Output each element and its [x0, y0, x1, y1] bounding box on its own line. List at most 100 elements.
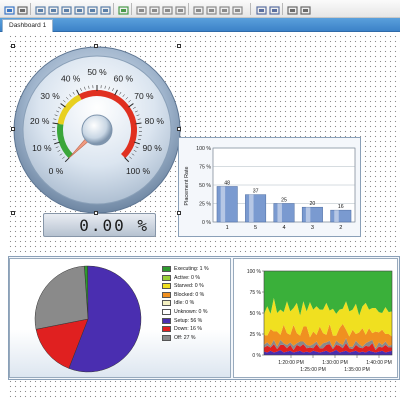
selection-handle-ne[interactable]: [177, 44, 181, 48]
area-y-tick-label: 50 %: [250, 311, 262, 317]
bar-value-label: 48: [224, 180, 230, 186]
gauge-tick-label: 80 %: [145, 116, 165, 126]
gauge-tick-label: 50 %: [87, 67, 107, 77]
bar-y-tick-label: 75 %: [199, 165, 211, 171]
toolbar-separator: [188, 3, 189, 15]
bar-value-label: 16: [338, 204, 344, 210]
area-x-tick-label: 1:20:00 PM: [278, 360, 304, 366]
gauge-tick-label: 100 %: [126, 166, 151, 176]
bar-highlight: [220, 186, 226, 222]
gauge-readout: 0.00 %: [43, 213, 156, 237]
bar-y-tick-label: 0 %: [202, 220, 211, 226]
selection-handle-nw[interactable]: [11, 44, 15, 48]
bar-chart-svg: 0 % 25 % 50 % 75 % 100 % 48 37 25 20 16 1 5 4 3 2 Pl…: [184, 146, 356, 231]
ungroup-icon[interactable]: [300, 3, 311, 15]
space-horizontal-icon[interactable]: [193, 3, 204, 15]
selection-handle-sw[interactable]: [11, 211, 15, 215]
toolbar-separator: [250, 3, 251, 15]
area-chart-svg: 0 % 25 % 50 % 75 % 100 % 1:20:00 PM 1:30:00 P…: [247, 269, 393, 373]
legend-label: Unknown: 0 %: [174, 308, 208, 315]
selection-handle-s[interactable]: [94, 211, 98, 215]
move-left-icon[interactable]: [136, 3, 147, 15]
bar: [245, 194, 267, 223]
legend-swatch: [162, 300, 171, 307]
gauge-tick-label: 60 %: [114, 73, 134, 83]
bring-front-icon[interactable]: [256, 3, 267, 15]
bar-highlight: [305, 207, 311, 222]
bar-x-tick-label: 5: [254, 225, 257, 231]
space-vertical-icon[interactable]: [206, 3, 217, 15]
legend-label: Setup: 56 %: [174, 317, 203, 324]
tab-dashboard-1[interactable]: Dashboard 1: [2, 19, 54, 32]
gauge-hub: [81, 114, 113, 146]
move-down-icon[interactable]: [175, 3, 186, 15]
selection-handle-se[interactable]: [177, 211, 181, 215]
legend-item: Blocked: 0 %: [162, 291, 232, 300]
send-back-icon[interactable]: [269, 3, 280, 15]
gauge-tick-label: 10 %: [32, 143, 52, 153]
chevron-down-icon[interactable]: [17, 3, 28, 15]
pie-slice: [34, 265, 89, 330]
legend-label: Starved: 0 %: [174, 283, 204, 290]
bar-y-tick-label: 50 %: [199, 183, 211, 189]
area-x-tick-label: 1:35:00 PM: [344, 367, 370, 373]
selection-handle-e[interactable]: [177, 127, 181, 131]
legend-item: Active: 0 %: [162, 274, 232, 283]
legend-label: Idle: 0 %: [174, 300, 195, 307]
gauge-readout-value: 0.00 %: [79, 216, 149, 235]
star-icon[interactable]: [4, 3, 15, 15]
area-x-tick-label: 1:30:00 PM: [322, 360, 348, 366]
gauge-tick-label: 20 %: [30, 116, 50, 126]
bar-chart-widget[interactable]: 0 % 25 % 50 % 75 % 100 % 48 37 25 20 16 1 5 4 3 2 Pl…: [178, 137, 361, 237]
bar-highlight: [277, 203, 282, 222]
legend-swatch: [162, 274, 171, 281]
bar: [216, 186, 238, 223]
bar: [301, 206, 323, 223]
legend-label: Off: 27 %: [174, 334, 196, 341]
align-bottom-icon[interactable]: [100, 3, 111, 15]
bar-chart-y-label: Placement Rate: [184, 166, 190, 205]
align-right-icon[interactable]: [61, 3, 72, 15]
center-vertical-icon[interactable]: [232, 3, 243, 15]
area-y-tick-label: 0 %: [252, 353, 261, 359]
gauge-tick-label: 0 %: [49, 166, 64, 176]
legend-swatch: [162, 334, 171, 341]
legend-item: Setup: 56 %: [162, 317, 232, 326]
align-left-icon[interactable]: [35, 3, 46, 15]
bar: [273, 203, 295, 223]
toolbar-separator: [113, 3, 114, 15]
area-y-tick-label: 100 %: [247, 269, 262, 275]
gauge-widget[interactable]: 0 % 10 % 20 % 30 % 40 % 50 % 60 % 70 % 80 % 90 % 1…: [13, 46, 181, 214]
legend-swatch: [162, 266, 171, 272]
selection-handle-n[interactable]: [94, 44, 98, 48]
group-icon[interactable]: [287, 3, 298, 15]
legend-swatch: [162, 317, 171, 324]
move-up-icon[interactable]: [162, 3, 173, 15]
same-size-icon[interactable]: [118, 3, 129, 15]
gauge-tick-label: 70 %: [134, 91, 154, 101]
legend-item: Starved: 0 %: [162, 282, 232, 291]
align-center-icon[interactable]: [48, 3, 59, 15]
area-chart-widget[interactable]: 0 % 25 % 50 % 75 % 100 % 1:20:00 PM 1:30:00 P…: [233, 258, 398, 378]
legend-item: Executing: 1 %: [162, 265, 232, 274]
align-middle-icon[interactable]: [87, 3, 98, 15]
legend-swatch: [162, 308, 171, 315]
bar-highlight: [334, 210, 339, 222]
toolbar-separator: [282, 3, 283, 15]
legend-item: Idle: 0 %: [162, 299, 232, 308]
pie-legend: Executing: 1 % Active: 0 % Starved: 0 % Blo…: [162, 265, 232, 342]
bar-x-tick-label: 3: [311, 225, 314, 231]
legend-label: Down: 16 %: [174, 326, 202, 333]
gauge-tick-label: 90 %: [142, 143, 162, 153]
area-x-tick-label: 1:25:00 PM: [300, 367, 326, 373]
center-horizontal-icon[interactable]: [219, 3, 230, 15]
align-top-icon[interactable]: [74, 3, 85, 15]
selection-handle-w[interactable]: [11, 127, 15, 131]
bar-y-tick-label: 100 %: [196, 146, 211, 152]
bar-value-label: 25: [281, 198, 287, 204]
tab-strip: Dashboard 1: [0, 18, 400, 32]
legend-swatch: [162, 283, 171, 290]
move-right-icon[interactable]: [149, 3, 160, 15]
gauge-tick-label: 40 %: [61, 73, 81, 83]
legend-swatch: [162, 291, 171, 298]
